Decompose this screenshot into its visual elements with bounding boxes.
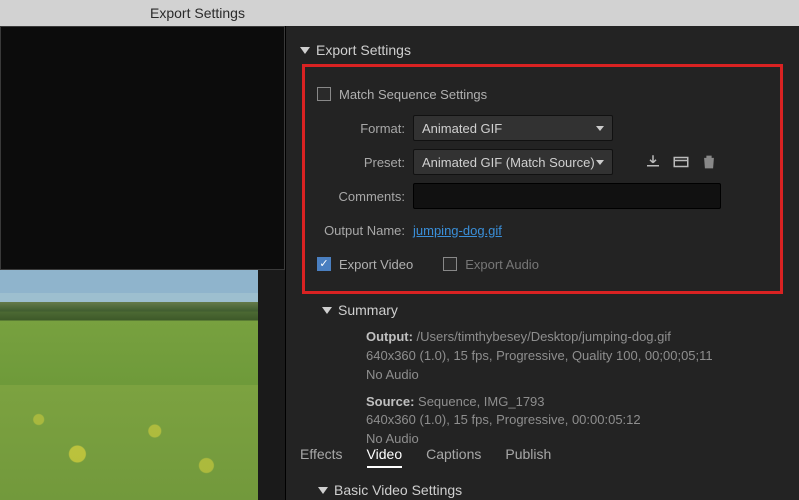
format-value: Animated GIF [422, 121, 502, 136]
chevron-down-icon [596, 160, 604, 165]
save-preset-icon[interactable] [643, 152, 663, 172]
source-line-1: Sequence, IMG_1793 [418, 394, 544, 409]
output-label: Output: [366, 329, 413, 344]
output-line-1: /Users/timthybesey/Desktop/jumping-dog.g… [417, 329, 671, 344]
source-line-2: 640x360 (1.0), 15 fps, Progressive, 00:0… [366, 412, 641, 427]
format-label: Format: [317, 121, 405, 136]
preview-source-frame [0, 26, 285, 270]
export-audio-checkbox[interactable] [443, 257, 457, 271]
comments-row: Comments: [317, 179, 768, 213]
import-preset-icon[interactable] [671, 152, 691, 172]
summary-source: Source: Sequence, IMG_1793 640x360 (1.0)… [300, 389, 785, 454]
summary-header[interactable]: Summary [300, 296, 785, 324]
preview-output-image [0, 270, 258, 500]
bottom-tabs: Effects Video Captions Publish [300, 446, 551, 468]
output-name-link[interactable]: jumping-dog.gif [413, 223, 502, 238]
preset-row: Preset: Animated GIF (Match Source) [317, 145, 768, 179]
source-label: Source: [366, 394, 414, 409]
highlighted-region: Match Sequence Settings Format: Animated… [302, 64, 783, 294]
source-line-3: No Audio [366, 431, 419, 446]
output-name-row: Output Name: jumping-dog.gif [317, 213, 768, 247]
summary-title: Summary [338, 302, 398, 318]
export-video-label: Export Video [339, 257, 413, 272]
preview-column [0, 26, 286, 500]
chevron-down-icon [300, 47, 310, 54]
match-sequence-row: Match Sequence Settings [317, 77, 768, 111]
preset-dropdown[interactable]: Animated GIF (Match Source) [413, 149, 613, 175]
preset-label: Preset: [317, 155, 405, 170]
export-settings-header[interactable]: Export Settings [300, 36, 785, 64]
export-toggles-row: Export Video Export Audio [317, 247, 768, 281]
preset-value: Animated GIF (Match Source) [422, 155, 595, 170]
tab-captions[interactable]: Captions [426, 446, 481, 468]
comments-input[interactable] [413, 183, 721, 209]
output-line-2: 640x360 (1.0), 15 fps, Progressive, Qual… [366, 348, 713, 363]
chevron-down-icon [318, 487, 328, 494]
chevron-down-icon [596, 126, 604, 131]
window-titlebar: Export Settings [0, 0, 799, 26]
summary-output: Output: /Users/timthybesey/Desktop/jumpi… [300, 324, 785, 389]
export-settings-title: Export Settings [316, 42, 411, 58]
comments-label: Comments: [317, 189, 405, 204]
tab-publish[interactable]: Publish [505, 446, 551, 468]
export-video-checkbox[interactable] [317, 257, 331, 271]
settings-panel: Export Settings Match Sequence Settings … [286, 26, 799, 500]
export-audio-label: Export Audio [465, 257, 539, 272]
basic-video-header[interactable]: Basic Video Settings [318, 482, 462, 498]
chevron-down-icon [322, 307, 332, 314]
output-line-3: No Audio [366, 367, 419, 382]
match-sequence-checkbox[interactable] [317, 87, 331, 101]
tab-video[interactable]: Video [367, 446, 403, 468]
tab-effects[interactable]: Effects [300, 446, 343, 468]
basic-video-title: Basic Video Settings [334, 482, 462, 498]
match-sequence-label: Match Sequence Settings [339, 87, 487, 102]
output-name-label: Output Name: [317, 223, 405, 238]
window-title: Export Settings [150, 5, 245, 21]
delete-preset-icon[interactable] [699, 152, 719, 172]
format-dropdown[interactable]: Animated GIF [413, 115, 613, 141]
format-row: Format: Animated GIF [317, 111, 768, 145]
